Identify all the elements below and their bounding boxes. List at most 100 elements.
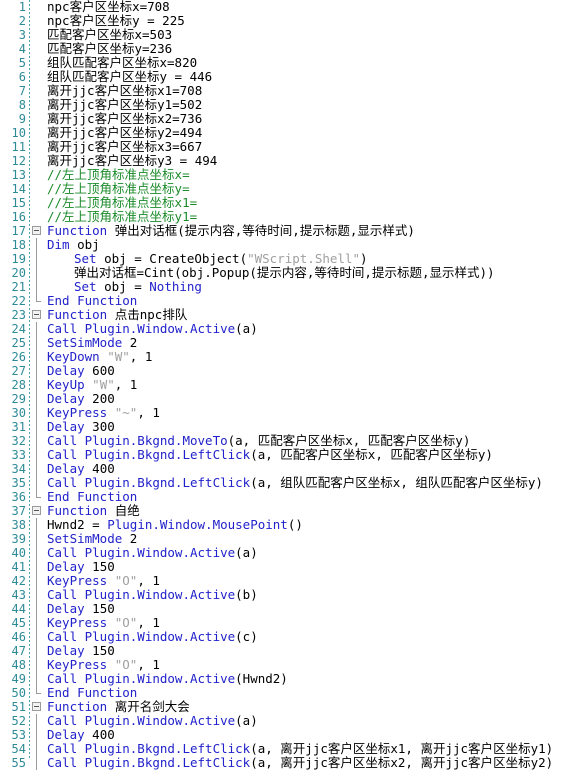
code-line[interactable]: 7 离开jjc客户区坐标x1=708 [0,84,572,99]
minus-box-icon[interactable] [32,226,41,235]
code-line[interactable]: 50 End Function [0,686,572,701]
code-line[interactable]: 10 离开jjc客户区坐标y2=494 [0,126,572,141]
code-text[interactable]: npc客户区坐标y = 225 [47,14,185,28]
code-text[interactable]: Function 自绝 [47,504,140,518]
code-text[interactable]: 离开jjc客户区坐标y3 = 494 [47,154,217,168]
code-line[interactable]: 15 //左上顶角标准点坐标x1= [0,196,572,211]
code-line[interactable]: 14 //左上顶角标准点坐标y= [0,182,572,197]
code-line[interactable]: 43 Call Plugin.Window.Active(b) [0,588,572,602]
code-line[interactable]: 32 Call Plugin.Bkgnd.MoveTo(a, 匹配客户区坐标x, … [0,434,572,448]
code-line[interactable]: 17 Function 弹出对话框(提示内容,等待时间,提示标题,显示样式) [0,224,572,239]
code-text[interactable]: KeyPress "O", 1 [47,574,160,588]
code-line[interactable]: 35 Call Plugin.Bkgnd.LeftClick(a, 组队匹配客户区… [0,476,572,490]
code-text[interactable]: Delay 200 [47,392,115,406]
code-line[interactable]: 5 组队匹配客户区坐标x=820 [0,56,572,71]
code-text[interactable]: Call Plugin.Window.Active(a) [47,546,258,560]
code-line[interactable]: 53 Delay 400 [0,728,572,742]
code-line[interactable]: 20 弹出对话框=Cint(obj.Popup(提示内容,等待时间,提示标题,显示… [0,266,572,280]
code-text[interactable]: 离开jjc客户区坐标y2=494 [47,126,202,140]
code-line[interactable]: 22 End Function [0,294,572,309]
code-text[interactable]: Dim obj [47,238,100,252]
code-text[interactable]: //左上顶角标准点坐标y1= [47,210,197,224]
code-text[interactable]: Delay 400 [47,462,115,476]
code-line[interactable]: 48 KeyPress "O", 1 [0,658,572,672]
code-line[interactable]: 46 Call Plugin.Window.Active(c) [0,630,572,644]
code-line[interactable]: 44 Delay 150 [0,602,572,616]
fold-collapse-icon[interactable] [31,224,45,238]
code-text[interactable]: Call Plugin.Bkgnd.LeftClick(a, 匹配客户区坐标x,… [47,448,493,462]
code-line[interactable]: 38 Hwnd2 = Plugin.Window.MousePoint() [0,518,572,532]
code-line[interactable]: 31 Delay 300 [0,420,572,434]
minus-box-icon[interactable] [32,702,41,711]
code-text[interactable]: Set obj = Nothing [47,280,202,294]
code-line[interactable]: 37 Function 自绝 [0,504,572,519]
code-text[interactable]: 离开jjc客户区坐标x2=736 [47,112,202,126]
code-text[interactable]: Call Plugin.Bkgnd.LeftClick(a, 组队匹配客户区坐标… [47,476,543,490]
code-line[interactable]: 6 组队匹配客户区坐标y = 446 [0,70,572,85]
code-line[interactable]: 54 Call Plugin.Bkgnd.LeftClick(a, 离开jjc客户… [0,742,572,756]
code-line[interactable]: 39 SetSimMode 2 [0,532,572,546]
code-line[interactable]: 27 Delay 600 [0,364,572,378]
code-line[interactable]: 26 KeyDown "W", 1 [0,350,572,364]
code-line[interactable]: 28 KeyUp "W", 1 [0,378,572,392]
code-text[interactable]: Function 离开名剑大会 [47,700,190,714]
code-text[interactable]: npc客户区坐标x=708 [47,0,170,14]
code-text[interactable]: 组队匹配客户区坐标x=820 [47,56,197,70]
code-text[interactable]: End Function [47,686,137,700]
code-text[interactable]: End Function [47,490,137,504]
code-text[interactable]: End Function [47,294,137,308]
code-text[interactable]: Delay 150 [47,644,115,658]
code-line[interactable]: 49 Call Plugin.Window.Active(Hwnd2) [0,672,572,686]
code-line[interactable]: 1 npc客户区坐标x=708 [0,0,572,14]
code-line[interactable]: 9 离开jjc客户区坐标x2=736 [0,112,572,127]
code-text[interactable]: Function 点击npc排队 [47,308,187,322]
code-text[interactable]: Call Plugin.Window.Active(b) [47,588,258,602]
code-line[interactable]: 19 Set obj = CreateObject("WScript.Shell"… [0,252,572,266]
code-line[interactable]: 25 SetSimMode 2 [0,336,572,350]
code-text[interactable]: 组队匹配客户区坐标y = 446 [47,70,212,84]
code-line[interactable]: 18 Dim obj [0,238,572,252]
fold-collapse-icon[interactable] [31,308,45,322]
code-line[interactable]: 24 Call Plugin.Window.Active(a) [0,322,572,336]
code-line[interactable]: 47 Delay 150 [0,644,572,658]
code-text[interactable]: 离开jjc客户区坐标x3=667 [47,140,202,154]
code-text[interactable]: Call Plugin.Window.Active(Hwnd2) [47,672,288,686]
code-text[interactable]: Set obj = CreateObject("WScript.Shell") [47,252,368,266]
code-text[interactable]: KeyUp "W", 1 [47,378,137,392]
code-line[interactable]: 36 End Function [0,490,572,505]
code-text[interactable]: //左上顶角标准点坐标y= [47,182,190,196]
code-text[interactable]: Call Plugin.Window.Active(a) [47,714,258,728]
code-text[interactable]: SetSimMode 2 [47,336,137,350]
minus-box-icon[interactable] [32,310,41,319]
code-line[interactable]: 40 Call Plugin.Window.Active(a) [0,546,572,560]
code-text[interactable]: KeyPress "O", 1 [47,616,160,630]
code-text[interactable]: KeyPress "~", 1 [47,406,160,420]
code-text[interactable]: 离开jjc客户区坐标y1=502 [47,98,202,112]
code-text[interactable]: Delay 300 [47,420,115,434]
code-text[interactable]: Call Plugin.Bkgnd.LeftClick(a, 离开jjc客户区坐… [47,756,553,770]
code-text[interactable]: Delay 150 [47,602,115,616]
code-text[interactable]: KeyPress "O", 1 [47,658,160,672]
code-text[interactable]: Hwnd2 = Plugin.Window.MousePoint() [47,518,303,532]
code-line[interactable]: 21 Set obj = Nothing [0,280,572,294]
fold-collapse-icon[interactable] [31,504,45,518]
code-text[interactable]: //左上顶角标准点坐标x1= [47,196,197,210]
code-line[interactable]: 52 Call Plugin.Window.Active(a) [0,714,572,728]
code-text[interactable]: SetSimMode 2 [47,532,137,546]
code-line[interactable]: 51 Function 离开名剑大会 [0,700,572,715]
code-line[interactable]: 34 Delay 400 [0,462,572,476]
code-line[interactable]: 3 匹配客户区坐标x=503 [0,28,572,43]
code-line[interactable]: 13 //左上顶角标准点坐标x= [0,168,572,183]
code-text[interactable]: Call Plugin.Bkgnd.MoveTo(a, 匹配客户区坐标x, 匹配… [47,434,470,448]
code-text[interactable]: 弹出对话框=Cint(obj.Popup(提示内容,等待时间,提示标题,显示样式… [47,266,495,280]
code-editor-pane[interactable]: 1 npc客户区坐标x=708 2 npc客户区坐标y = 225 3 匹配客户区坐标x=… [0,0,572,770]
code-text[interactable]: Delay 150 [47,560,115,574]
code-line[interactable]: 29 Delay 200 [0,392,572,406]
code-lines-container[interactable]: 1 npc客户区坐标x=708 2 npc客户区坐标y = 225 3 匹配客户区坐标x=… [0,0,572,770]
code-line[interactable]: 33 Call Plugin.Bkgnd.LeftClick(a, 匹配客户区坐标… [0,448,572,462]
code-text[interactable]: Call Plugin.Window.Active(a) [47,322,258,336]
code-line[interactable]: 42 KeyPress "O", 1 [0,574,572,588]
code-line[interactable]: 2 npc客户区坐标y = 225 [0,14,572,29]
code-line[interactable]: 55 Call Plugin.Bkgnd.LeftClick(a, 离开jjc客户… [0,756,572,770]
code-line[interactable]: 8 离开jjc客户区坐标y1=502 [0,98,572,113]
